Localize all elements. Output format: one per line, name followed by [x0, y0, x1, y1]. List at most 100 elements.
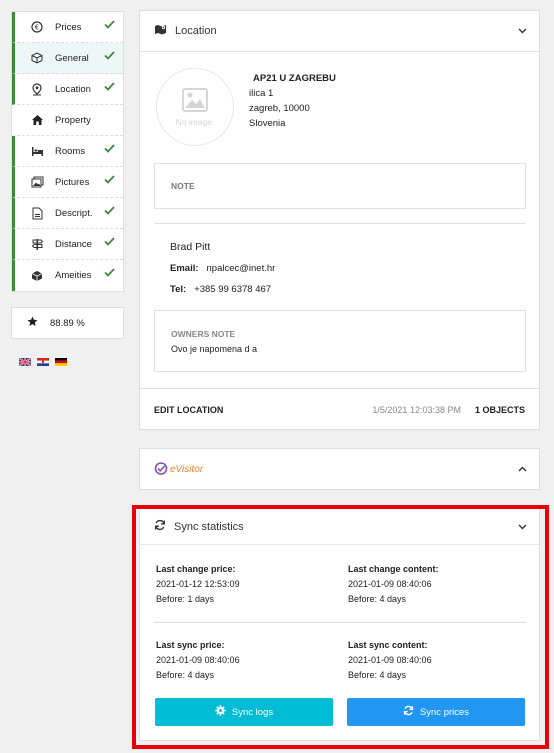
sync-logs-button[interactable]: Sync logs: [155, 698, 333, 726]
edit-location-link[interactable]: EDIT LOCATION: [154, 405, 223, 415]
stat-label: Last sync price:: [156, 640, 225, 650]
map-pin-icon: [30, 82, 44, 96]
check-icon: [104, 144, 115, 156]
card-title: Location: [175, 25, 217, 37]
stat-before: Before: 4 days: [156, 670, 215, 680]
owners-note-box: OWNERS NOTE Ovo je napomena d a: [154, 310, 526, 372]
sidebar-item-label: Property: [55, 114, 91, 126]
svg-text:€: €: [35, 24, 39, 32]
evisitor-card: eVisitor: [139, 448, 540, 490]
note-label: NOTE: [171, 181, 195, 191]
location-card-footer: EDIT LOCATION 1/5/2021 12:03:38 PM 1 OBJ…: [140, 388, 539, 430]
owner-email: npalcec@inet.hr: [206, 263, 276, 274]
house-icon: [30, 113, 44, 127]
check-icon: [104, 175, 115, 187]
owner-phone: +385 99 6378 467: [194, 284, 272, 295]
location-card-header[interactable]: Location: [140, 11, 539, 52]
sidebar-item-label: Prices: [55, 21, 82, 33]
stat-before: Before: 1 days: [156, 594, 215, 604]
address-city: zagreb, 10000: [249, 103, 310, 114]
check-icon: [104, 82, 115, 94]
signpost-icon: [30, 237, 44, 251]
sidebar-item-label: Ameities: [55, 270, 92, 281]
euro-icon: €: [30, 20, 44, 34]
sidebar-nav: € Prices General Location Property Rooms…: [11, 11, 124, 292]
owner-info: Brad Pitt Email: npalcec@inet.hr Tel: +385…: [170, 241, 275, 305]
sync-icon: [154, 519, 166, 534]
owner-name: Brad Pitt: [170, 241, 211, 253]
chevron-down-icon[interactable]: [518, 26, 527, 37]
sidebar-item-general[interactable]: General: [12, 43, 123, 74]
last-sync-content-stat: Last sync content: 2021-01-09 08:40:06 B…: [348, 638, 432, 683]
stat-date: 2021-01-09 08:40:06: [156, 655, 240, 665]
note-box: NOTE: [154, 163, 526, 209]
owners-note-label: OWNERS NOTE: [171, 329, 236, 339]
location-card: Location No image. AP21 U ZAGREBU ilica …: [139, 10, 540, 430]
stat-date: 2021-01-09 08:40:06: [348, 655, 432, 665]
last-modified-timestamp: 1/5/2021 12:03:38 PM: [372, 404, 461, 415]
sidebar-item-prices[interactable]: € Prices: [12, 12, 123, 43]
sidebar-item-label: Descript.: [55, 207, 93, 219]
sidebar-item-label: General: [55, 52, 89, 64]
completion-rating: 88.89 %: [11, 307, 124, 339]
sync-card-header[interactable]: Sync statistics: [140, 509, 539, 545]
map-icon: [154, 24, 167, 38]
chevron-up-icon[interactable]: [518, 464, 527, 475]
property-image-placeholder: No image.: [156, 68, 234, 146]
objects-count[interactable]: 1 OBJECTS: [475, 405, 525, 415]
sidebar-item-label: Location: [55, 83, 91, 95]
stat-date: 2021-01-12 12:53:09: [156, 579, 240, 589]
check-icon: [104, 237, 115, 249]
rating-value: 88.89 %: [50, 317, 85, 329]
stat-before: Before: 4 days: [348, 594, 407, 604]
sync-icon: [403, 705, 414, 719]
sidebar-item-location[interactable]: Location: [12, 74, 123, 105]
last-change-content-stat: Last change content: 2021-01-09 08:40:06…: [348, 562, 439, 607]
check-icon: [104, 20, 115, 32]
sidebar-item-amenities[interactable]: Ameities: [12, 260, 123, 291]
check-icon: [104, 51, 115, 63]
pictures-icon: [30, 175, 44, 189]
evisitor-card-header[interactable]: eVisitor: [140, 449, 539, 490]
stat-label: Last change price:: [156, 564, 236, 574]
gear-icon: [215, 705, 226, 719]
sidebar-item-rooms[interactable]: Rooms: [12, 136, 123, 167]
button-label: Sync logs: [231, 706, 274, 718]
property-name: AP21 U ZAGREBU: [253, 73, 336, 84]
box-icon: [30, 269, 44, 283]
language-flags: [19, 358, 67, 366]
property-address: AP21 U ZAGREBU ilica 1 zagreb, 10000 Slo…: [249, 71, 336, 131]
address-street: ilica 1: [249, 88, 274, 99]
bed-icon: [30, 144, 44, 158]
sync-statistics-card: Sync statistics Last change price: 2021-…: [139, 509, 540, 741]
croatia-flag-icon[interactable]: [37, 358, 49, 366]
card-title: Sync statistics: [174, 520, 244, 533]
germany-flag-icon[interactable]: [55, 358, 67, 366]
divider: [154, 622, 526, 623]
uk-flag-icon[interactable]: [19, 358, 31, 366]
sidebar-item-distance[interactable]: Distance: [12, 229, 123, 260]
check-icon: [104, 206, 115, 218]
divider: [154, 223, 526, 224]
cube-outline-icon: [30, 51, 44, 65]
sidebar-item-pictures[interactable]: Pictures: [12, 167, 123, 198]
stat-date: 2021-01-09 08:40:06: [348, 579, 432, 589]
stat-label: Last sync content:: [348, 640, 428, 650]
chevron-down-icon[interactable]: [518, 522, 527, 533]
evisitor-logo-icon: [154, 461, 168, 478]
owners-note-text: Ovo je napomena d a: [171, 344, 258, 354]
sidebar-item-label: Distance: [55, 238, 92, 250]
stat-label: Last change content:: [348, 564, 439, 574]
button-label: Sync prices: [419, 706, 470, 718]
sync-prices-button[interactable]: Sync prices: [347, 698, 525, 726]
tel-label: Tel:: [170, 284, 187, 295]
sidebar-item-property[interactable]: Property: [12, 105, 123, 136]
last-change-price-stat: Last change price: 2021-01-12 12:53:09 B…: [156, 562, 240, 607]
image-placeholder-icon: [182, 87, 208, 115]
last-sync-price-stat: Last sync price: 2021-01-09 08:40:06 Bef…: [156, 638, 240, 683]
sidebar-item-description[interactable]: Descript.: [12, 198, 123, 229]
star-icon: [27, 316, 38, 330]
document-icon: [30, 206, 44, 220]
email-label: Email:: [170, 263, 199, 274]
sidebar-item-label: Pictures: [55, 176, 90, 188]
